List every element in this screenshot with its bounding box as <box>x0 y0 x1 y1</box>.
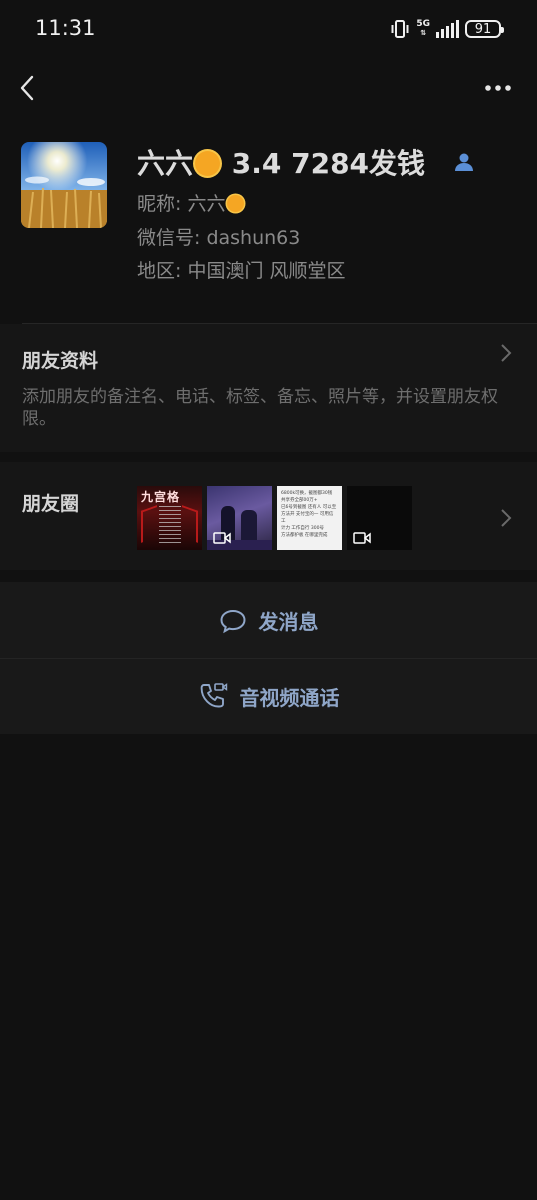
voice-video-call-label: 音视频通话 <box>239 685 340 710</box>
battery-level: 91 <box>474 22 492 37</box>
signal-icon <box>436 20 459 38</box>
contact-name: 六六 3.4 7284发钱 <box>137 142 425 182</box>
moments-thumbnails[interactable]: 九宫格 6800k可换，截图都30钱 共享券全部00万+ 已6号到截图 还有人 … <box>137 486 412 550</box>
moment-text-line: 6800k可换，截图都30钱 <box>281 491 333 496</box>
video-icon <box>353 532 371 544</box>
more-options-icon[interactable] <box>483 78 513 98</box>
nickname-value: 六六 <box>187 193 226 215</box>
vibrate-icon <box>391 20 409 38</box>
name-prefix: 六六 <box>137 147 194 180</box>
moment-text-line: 已6号到截图 还有人 可以至 <box>281 505 337 510</box>
moment-thumb-3[interactable]: 6800k可换，截图都30钱 共享券全部00万+ 已6号到截图 还有人 可以至 … <box>277 486 342 550</box>
send-message-button[interactable]: 发消息 <box>0 582 537 658</box>
moment-thumb-2[interactable] <box>207 486 272 550</box>
moment-text-line: 方法都护板 在哪里完成 <box>281 533 328 538</box>
contact-person-icon[interactable] <box>453 151 475 173</box>
moments-title: 朋友圈 <box>22 493 80 515</box>
moment-thumb-text: 九宫格 <box>141 490 181 504</box>
friend-info-title: 朋友资料 <box>22 350 99 372</box>
voice-video-call-button[interactable]: 音视频通话 <box>0 659 537 734</box>
network-indicator: 5G ⇅ <box>416 19 430 38</box>
wechat-id: 微信号: dashun63 <box>137 227 301 249</box>
chevron-right-icon <box>501 344 512 362</box>
video-icon <box>213 532 231 544</box>
moment-text-line: 共享券全部00万+ <box>281 498 318 503</box>
friend-info-description: 添加朋友的备注名、电话、标签、备忘、照片等，并设置朋友权限。 <box>22 387 498 429</box>
moment-text-line: 计力 工作自行 300号 <box>281 526 324 531</box>
moment-thumb-4[interactable] <box>347 486 412 550</box>
sun-emoji-icon <box>195 151 221 176</box>
status-time: 11:31 <box>35 16 96 40</box>
network-label: 5G <box>416 19 430 29</box>
avatar-wheat-sun-image <box>21 142 107 228</box>
sun-emoji-icon <box>227 195 245 212</box>
moment-text-line: 方法开 支付宝的一 可用信 工 <box>281 512 334 524</box>
nickname-row: 昵称: 六六 <box>137 189 246 216</box>
phone-video-icon <box>200 683 227 708</box>
send-message-label: 发消息 <box>258 610 319 634</box>
name-suffix: 3.4 7284发钱 <box>222 147 426 180</box>
status-icons: 5G ⇅ 91 <box>390 19 504 39</box>
avatar[interactable] <box>21 142 107 228</box>
chat-bubble-icon <box>219 609 246 633</box>
chevron-right-icon <box>501 509 512 527</box>
back-arrow-icon[interactable] <box>17 73 41 103</box>
region: 地区: 中国澳门 风顺堂区 <box>137 260 346 282</box>
battery-icon: 91 <box>465 20 504 38</box>
moment-thumb-1[interactable]: 九宫格 <box>137 486 202 550</box>
nickname-label: 昵称: <box>137 193 188 215</box>
